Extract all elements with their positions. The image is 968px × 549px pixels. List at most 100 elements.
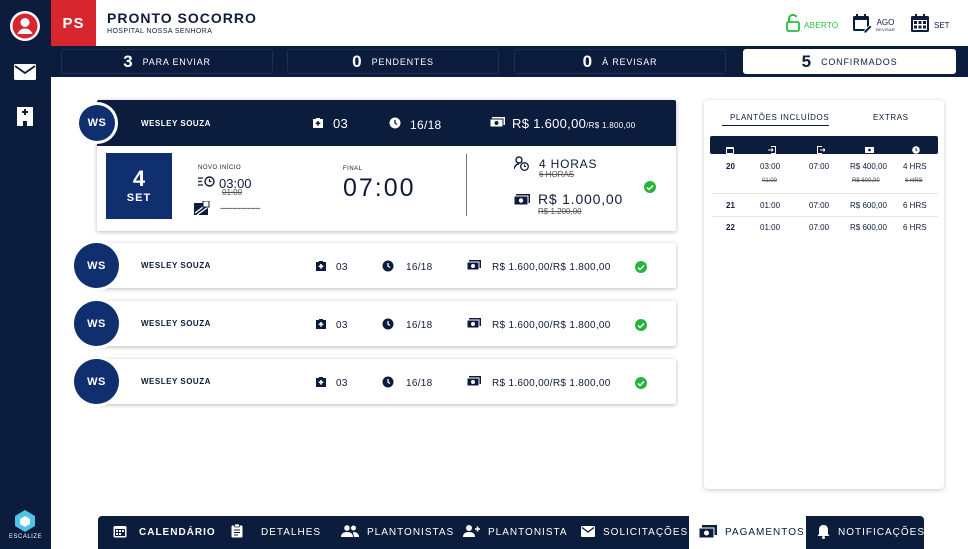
nav-details-label: DETALHES [261, 527, 322, 538]
schedule-clock-icon [198, 174, 215, 192]
stat-pending-label: PENDENTES [371, 56, 434, 67]
nav-requests[interactable]: SOLICITAÇÕES [581, 516, 688, 549]
stat-pending-count: 0 [352, 51, 362, 71]
money-icon [466, 376, 481, 390]
page-title: PRONTO SOCORRO [107, 10, 257, 26]
stat-pending[interactable]: 0 PENDENTES [287, 49, 499, 74]
row-day: 22 [726, 223, 735, 232]
calendar-edit-icon [852, 13, 873, 38]
confirmed-check-icon [635, 377, 647, 389]
row-hours-old: 6 HRS [905, 178, 923, 184]
row-pay-old: R$ 600,00 [852, 178, 880, 184]
stat-confirmed-label: CONFIRMADOS [821, 56, 898, 67]
row-day: 21 [726, 201, 735, 210]
stat-confirmed[interactable]: 5 CONFIRMADOS [743, 49, 956, 74]
medical-bag-icon [315, 376, 327, 390]
next-month-label: SET [934, 20, 950, 30]
days-cell: 16/18 [389, 117, 442, 132]
nav-add-doctor[interactable]: PLANTONISTA [462, 516, 568, 549]
new-start-label: NOVO INÍCIO [198, 165, 242, 171]
page-subtitle: HOSPITAL NOSSA SENHORA [107, 28, 213, 35]
shifts-count-cell: 03 [315, 318, 348, 332]
table-header [710, 136, 938, 154]
value-range: R$ 1.600,00/R$ 1.800,00 [492, 261, 611, 273]
nav-calendar-label: CALENDÁRIO [139, 527, 216, 538]
row-divider [712, 216, 938, 217]
nav-add-doctor-label: PLANTONISTA [488, 527, 568, 538]
table-row: 21 01:00 07:00 R$ 600,00 6 HRS [712, 199, 938, 221]
nav-doctors-label: PLANTONISTAS [367, 527, 455, 538]
empty-field-dashes: ---------------- [220, 203, 260, 213]
row-pay: R$ 600,00 [850, 201, 887, 210]
calendar-icon [910, 13, 930, 38]
days-cell: 16/18 [382, 318, 433, 333]
nav-details[interactable]: DETALHES [231, 516, 321, 549]
escalize-logo-text: ESCALIZE [8, 534, 42, 540]
hospital-icon[interactable] [9, 99, 41, 131]
shift-card-row[interactable]: WESLEY SOUZA 03 16/18 R$ 1.600,00/R$ 1.8… [97, 301, 676, 346]
row-out-time: 07:00 [809, 162, 830, 171]
clock-icon [912, 141, 920, 159]
person-add-icon [462, 525, 480, 540]
medical-bag-icon [315, 318, 327, 332]
calendar-icon [113, 524, 127, 541]
confirmed-check-icon [635, 261, 647, 273]
next-month-button[interactable]: SET [910, 13, 950, 38]
nav-payments-label: PAGAMENTOS [725, 527, 805, 538]
tab-included-shifts[interactable]: PLANTÕES INCLUÍDOS [730, 113, 829, 122]
profile-avatar-icon[interactable] [9, 10, 41, 42]
nav-calendar[interactable]: CALENDÁRIO [113, 516, 216, 549]
nav-notifications[interactable]: NOTIFICAÇÕES [817, 516, 925, 549]
card-divider [466, 154, 467, 216]
avatar[interactable]: WS [74, 243, 119, 288]
shifts-count-cell: 03 [315, 376, 348, 390]
clock-icon [382, 260, 394, 275]
date-day: 4 [132, 166, 146, 191]
old-pay-value: R$ 1.200,00 [538, 207, 582, 216]
clock-icon [382, 376, 394, 391]
nav-payments[interactable]: PAGAMENTOS [689, 516, 806, 549]
avatar[interactable]: WS [74, 301, 119, 346]
open-status-button[interactable]: ABERTO [786, 13, 839, 37]
stat-to-review[interactable]: 0 À REVISAR [514, 49, 726, 74]
mail-icon[interactable] [9, 56, 41, 88]
money-icon [865, 141, 874, 159]
row-in-time: 01:00 [760, 223, 781, 232]
shift-card-row[interactable]: WESLEY SOUZA 03 16/18 R$ 1.600,00/R$ 1.8… [97, 359, 676, 404]
row-in-time: 01:00 [760, 201, 781, 210]
shifts-count: 03 [336, 377, 348, 389]
old-hours-value: 6 HORAS [539, 170, 575, 179]
calendar-icon [726, 141, 734, 159]
people-icon [341, 525, 359, 540]
shift-card-row[interactable]: WESLEY SOUZA 03 16/18 R$ 1.600,00/R$ 1.8… [97, 243, 676, 288]
prev-month-button[interactable]: AGO REVISAR [852, 13, 895, 38]
stat-to-send-count: 3 [123, 51, 133, 71]
value-amount: R$ 1.600,00 [512, 116, 587, 131]
shifts-count-cell: 03 [312, 116, 348, 131]
open-status-label: ABERTO [804, 20, 839, 30]
shift-card-expanded[interactable]: WESLEY SOUZA 03 16/18 R$ 1.600,00 /R$ 1.… [97, 100, 676, 231]
shifts-count-cell: 03 [315, 260, 348, 274]
stats-bar: 3 PARA ENVIAR 0 PENDENTES 0 À REVISAR 5 … [51, 46, 968, 77]
money-icon [489, 116, 505, 131]
medical-bag-icon [315, 260, 327, 274]
days-value: 16/18 [406, 378, 433, 389]
nav-doctors[interactable]: PLANTONISTAS [341, 516, 454, 549]
stat-to-send[interactable]: 3 PARA ENVIAR [61, 49, 273, 74]
row-hours: 4 HRS [903, 162, 927, 171]
avatar[interactable]: WS [74, 359, 119, 404]
stat-to-review-label: À REVISAR [602, 56, 658, 67]
avatar[interactable]: WS [79, 105, 115, 141]
hours-value: 4 HORAS [539, 157, 598, 171]
mail-icon [581, 525, 595, 540]
stat-confirmed-count: 5 [801, 51, 812, 71]
transfer-icon [193, 200, 211, 222]
stat-to-send-label: PARA ENVIAR [142, 56, 211, 67]
tab-extras[interactable]: EXTRAS [873, 113, 909, 122]
money-icon [513, 193, 530, 211]
bell-icon [817, 524, 830, 542]
doctor-name: WESLEY SOUZA [141, 319, 211, 328]
row-hours: 6 HRS [903, 223, 927, 232]
row-out-time: 07:00 [809, 223, 830, 232]
clipboard-icon [231, 523, 243, 541]
